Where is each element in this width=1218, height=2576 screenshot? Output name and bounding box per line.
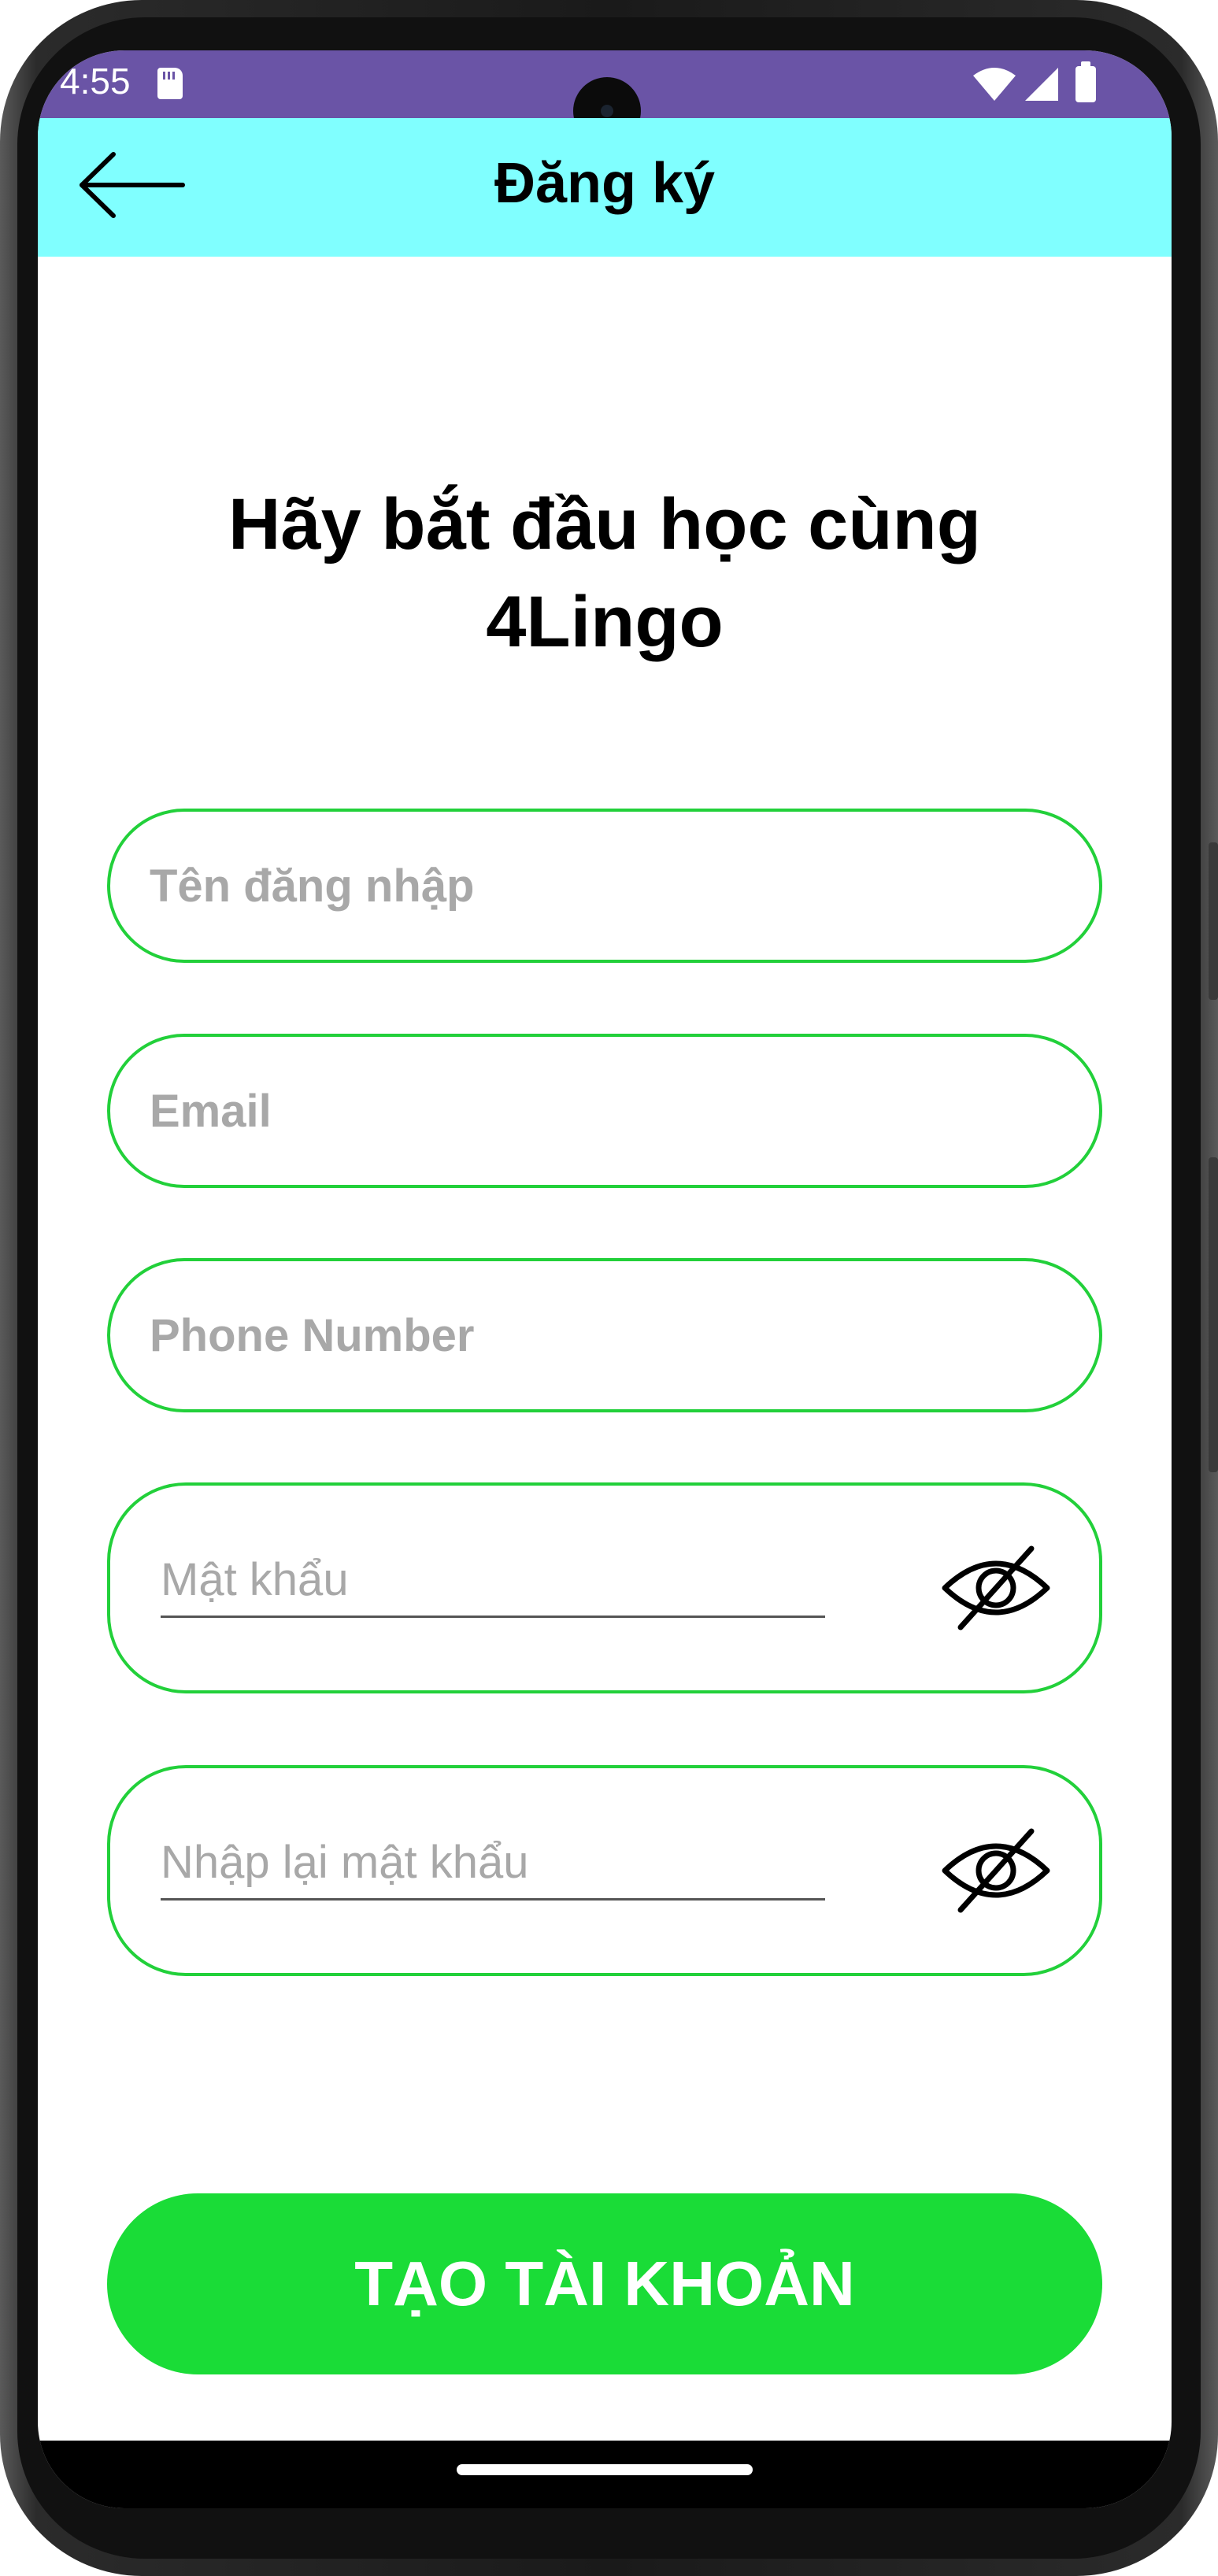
welcome-heading: Hãy bắt đầu học cùng 4Lingo (228, 484, 981, 662)
wifi-icon (972, 66, 1017, 102)
app-bar: Đăng ký (38, 118, 1172, 257)
email-field (107, 1034, 1102, 1188)
home-indicator[interactable] (457, 2464, 753, 2475)
username-field (107, 809, 1102, 963)
email-input[interactable] (150, 1037, 1016, 1185)
power-button (1209, 1157, 1218, 1472)
confirm-password-field (107, 1765, 1102, 1976)
navigation-bar (38, 2441, 1172, 2508)
password-field (107, 1482, 1102, 1693)
page-title: Đăng ký (494, 152, 716, 215)
volume-button (1209, 842, 1218, 1000)
password-visibility-toggle[interactable] (940, 1544, 1052, 1632)
username-input[interactable] (150, 812, 1016, 960)
eye-off-icon (942, 1545, 1050, 1630)
battery-icon (1075, 61, 1096, 102)
phone-input[interactable] (150, 1261, 1016, 1409)
screen: 4:55 Đăng ký Hãy bắt đầu học cùng 4Lingo… (38, 50, 1172, 2508)
status-time: 4:55 (60, 61, 131, 102)
sd-card-icon (157, 68, 183, 99)
signal-icon (1024, 66, 1060, 102)
phone-field (107, 1258, 1102, 1412)
phone-frame: 4:55 Đăng ký Hãy bắt đầu học cùng 4Lingo… (0, 0, 1218, 2576)
confirm-password-input[interactable] (161, 1827, 825, 1901)
password-input[interactable] (161, 1544, 825, 1618)
eye-off-icon (942, 1828, 1050, 1913)
create-account-button[interactable]: TẠO TÀI KHOẢN (107, 2193, 1102, 2374)
confirm-password-visibility-toggle[interactable] (940, 1827, 1052, 1915)
